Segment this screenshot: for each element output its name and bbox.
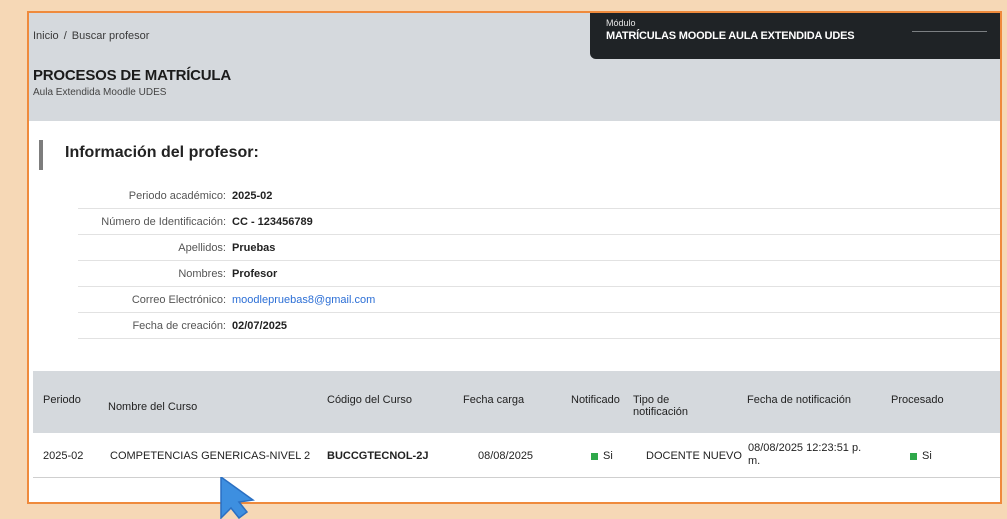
id-label: Número de Identificación: [101,216,226,228]
cell-procesado: Si [910,450,932,462]
breadcrumb: Inicio / Buscar profesor [33,30,149,42]
created-value: 02/07/2025 [232,320,288,332]
section-title-accent [39,140,43,170]
th-procesado: Procesado [891,394,944,406]
th-codigo: Código del Curso [327,394,412,406]
page-header: Inicio / Buscar profesor PROCESOS DE MATRÍ… [29,13,1000,121]
cell-fecha-carga: 08/08/2025 [478,450,534,462]
status-ok-icon [591,452,598,460]
info-row-name: Nombres: Profesor [29,261,1000,287]
breadcrumb-current: Buscar profesor [71,30,150,42]
cell-notificado: Si [591,450,613,462]
table-header: Periodo Nombre del Curso Código del Curs… [33,371,1000,433]
page-frame: Inicio / Buscar profesor PROCESOS DE MATRÍ… [27,11,1002,504]
id-value: CC - 123456789 [232,216,313,228]
page-subtitle: Aula Extendida Moodle UDES [33,87,167,98]
cell-codigo: BUCCGTECNOL-2J [327,450,429,462]
cell-tipo: DOCENTE NUEVO [646,450,742,462]
th-fecha-notificacion: Fecha de notificación [747,394,851,406]
page-title: PROCESOS DE MATRÍCULA [33,67,232,84]
module-label: Módulo [606,18,636,28]
info-row-email: Correo Electrónico: moodlepruebas8@gmail… [29,287,1000,313]
status-ok-icon [910,452,917,460]
name-label: Nombres: [178,268,226,280]
email-label: Correo Electrónico: [131,294,226,306]
period-value: 2025-02 [232,190,273,202]
table-row[interactable]: 2025-02 COMPETENCIAS GENERICAS-NIVEL 2 B… [33,433,1000,478]
section-title: Información del profesor: [65,144,259,161]
cell-periodo: 2025-02 [43,450,84,462]
info-row-period: Periodo académico: 2025-02 [29,183,1000,209]
created-label: Fecha de creación: [132,320,226,332]
module-panel: Módulo MATRÍCULAS MOODLE AULA EXTENDIDA … [590,13,1000,59]
name-value: Profesor [232,268,278,280]
module-name: MATRÍCULAS MOODLE AULA EXTENDIDA UDES [606,30,855,42]
module-divider [912,31,987,32]
th-tipo-line1: Tipo de [633,394,670,406]
fecha-notif-line1: 08/08/2025 12:23:51 p. [748,442,862,454]
email-link[interactable]: moodlepruebas8@gmail.com [232,294,375,306]
info-row-created: Fecha de creación: 02/07/2025 [29,313,1000,339]
breadcrumb-separator: / [63,30,67,42]
mouse-pointer-icon [220,477,255,519]
breadcrumb-home-link[interactable]: Inicio [33,30,59,42]
period-label: Periodo académico: [128,190,226,202]
cell-curso: COMPETENCIAS GENERICAS-NIVEL 2 [110,450,311,462]
th-tipo-line2: notificación [633,406,689,418]
th-curso: Nombre del Curso [108,401,198,413]
th-periodo: Periodo [43,394,81,406]
th-tipo: Tipo de notificación [633,394,688,418]
cell-fecha-notificacion: 08/08/2025 12:23:51 p. m. [748,442,861,468]
info-row-lastname: Apellidos: Pruebas [29,235,1000,261]
th-fecha-carga: Fecha carga [463,394,525,406]
lastname-label: Apellidos: [178,242,226,254]
procesado-value: Si [922,450,932,462]
th-notificado: Notificado [571,394,620,406]
lastname-value: Pruebas [232,242,276,254]
notificado-value: Si [603,450,613,462]
info-row-id: Número de Identificación: CC - 123456789 [29,209,1000,235]
fecha-notif-line2: m. [748,455,761,467]
